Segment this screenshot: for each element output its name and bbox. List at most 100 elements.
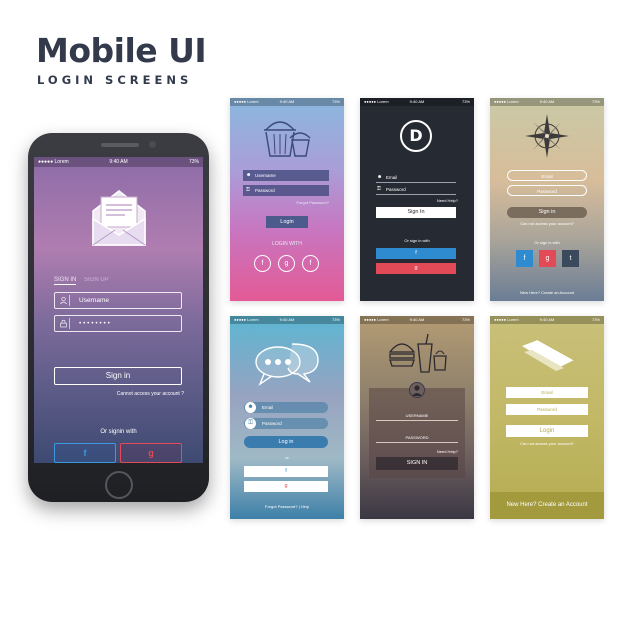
lock-icon: ⚿ [246, 187, 250, 193]
or-label: or [285, 455, 289, 460]
status-bar: ●●●●● Lorem 9:40 AM 73% [230, 98, 344, 106]
battery: 73% [331, 317, 340, 322]
screen-3: ●●●●● Lorem 9:40 AM 73% Email Password S… [490, 98, 604, 301]
sign-in-button[interactable]: SIGN IN [376, 457, 458, 470]
status-time: 9:40 AM [109, 159, 128, 165]
status-bar: ●●●●● Lorem 9:40 AM 73% [490, 316, 604, 324]
status-time: 9:40 AM [539, 99, 555, 104]
battery: 73% [331, 99, 340, 104]
chat-bubbles-icon [255, 343, 319, 386]
cant-access-link[interactable]: Can not access your account? [490, 221, 604, 226]
user-icon [412, 385, 422, 396]
screen-1: ●●●●● Lorem 9:40 AM 73% ☻ Username ⚿ Pas… [230, 98, 344, 301]
tumblr-button[interactable]: t [562, 250, 579, 267]
email-field[interactable]: Email [507, 170, 587, 181]
or-signin-label: Or sign in with [534, 240, 560, 245]
email-field[interactable]: Email [506, 387, 588, 398]
login-button[interactable]: Login [506, 425, 588, 437]
forgot-link[interactable]: Cannot access your account ? [117, 391, 184, 397]
username-label: USERNAME [405, 413, 429, 418]
home-button[interactable] [105, 471, 133, 499]
need-help-link[interactable]: Need Help? [437, 198, 458, 203]
sign-in-button[interactable]: Sign In [376, 207, 456, 218]
or-signin-label: Or sign in with [404, 238, 430, 243]
login-with-label: LOGIN WITH [272, 241, 302, 247]
password-field[interactable]: • • • • • • • • [54, 315, 182, 332]
logo-circle: D [400, 120, 432, 152]
password-field[interactable]: ⚿ Password [244, 418, 328, 429]
battery: 73% [591, 317, 600, 322]
lock-icon: ⚿ [377, 186, 381, 192]
status-bar: ●●●●● Lorem 9:40 AM 73% [360, 98, 474, 106]
google-button[interactable]: g [244, 481, 328, 492]
create-account-bar[interactable]: New Here? Create an Account [490, 492, 604, 519]
google-button[interactable]: g [376, 263, 456, 274]
facebook-button[interactable]: f [516, 250, 533, 267]
battery: 73% [461, 99, 470, 104]
username-field[interactable]: Username [54, 292, 182, 309]
status-time: 9:40 AM [409, 317, 425, 322]
status-time: 9:40 AM [539, 317, 555, 322]
status-time: 9:40 AM [279, 317, 295, 322]
status-bar: ●●●●● Lorem 9:40 AM 73% [490, 98, 604, 106]
email-field[interactable]: ☻ Email [376, 172, 456, 183]
email-placeholder: Email [386, 175, 398, 180]
create-account-link[interactable]: New Here? Create an Account [490, 290, 604, 295]
forgot-link[interactable]: Forgot Password? [297, 200, 329, 205]
main-phone-screen: ●●●●● Lorem 9:40 AM 73% SIGN IN SIGN UP … [34, 157, 203, 463]
phone-speaker [101, 143, 139, 147]
create-account-label: New Here? Create an Account [506, 502, 588, 508]
sign-in-button[interactable]: Sign in [507, 207, 587, 218]
username-line[interactable] [376, 420, 458, 421]
user-icon: ☻ [245, 402, 256, 413]
forgot-help-links[interactable]: Forgot Password? | Help [230, 504, 344, 509]
password-placeholder: Password [386, 187, 406, 192]
email-placeholder: Email [262, 405, 274, 410]
password-placeholder: Password [255, 188, 275, 193]
main-phone: ●●●●● Lorem 9:40 AM 73% SIGN IN SIGN UP … [28, 133, 209, 502]
screen-2: ●●●●● Lorem 9:40 AM 73% D ☻ Email ⚿ Pass… [360, 98, 474, 301]
username-placeholder: Username [255, 173, 276, 178]
status-time: 9:40 AM [409, 99, 425, 104]
page-subtitle: LOGIN SCREENS [37, 73, 193, 87]
username-placeholder: Username [79, 297, 109, 304]
facebook-button[interactable]: f [244, 466, 328, 477]
password-field[interactable]: Password [507, 185, 587, 196]
login-button[interactable]: Login [266, 216, 308, 228]
status-time: 9:40 AM [279, 99, 295, 104]
user-icon: ☻ [246, 172, 252, 178]
google-button[interactable]: g [278, 255, 295, 272]
tab-signin[interactable]: SIGN IN [54, 277, 77, 285]
password-field[interactable]: ⚿ Password [376, 184, 456, 195]
cant-access-link[interactable]: Can not access your account? [490, 441, 604, 446]
facebook-button[interactable]: f [254, 255, 271, 272]
cupcake-icon [264, 121, 311, 157]
google-button[interactable]: g [539, 250, 556, 267]
screen-4: ●●●●● Lorem 9:40 AM 73% ☻ Email ⚿ Passwo… [230, 316, 344, 519]
login-button[interactable]: Log in [244, 436, 328, 448]
password-field[interactable]: ⚿ Password [243, 185, 329, 196]
tab-signup[interactable]: SIGN UP [84, 277, 109, 283]
status-bar: ●●●●● Lorem 9:40 AM 73% [34, 157, 203, 167]
user-icon: ☻ [377, 174, 383, 180]
or-signin-label: Or signin with [100, 429, 137, 435]
battery: 73% [461, 317, 470, 322]
signin-button[interactable]: Sign in [54, 367, 182, 385]
status-bar: ●●●●● Lorem 9:40 AM 73% [230, 316, 344, 324]
password-line[interactable] [376, 442, 458, 443]
password-field[interactable]: Password [506, 404, 588, 415]
password-value: • • • • • • • • [79, 320, 110, 327]
envelope-icon [92, 190, 146, 246]
screen-6: ●●●●● Lorem 9:40 AM 73% Email Password L… [490, 316, 604, 519]
username-field[interactable]: ☻ Username [243, 170, 329, 181]
lock-icon: ⚿ [245, 418, 256, 429]
twitter-button[interactable]: f [302, 255, 319, 272]
google-button[interactable]: g [120, 443, 182, 463]
need-help-link[interactable]: Need Help? [437, 449, 458, 454]
battery: 73% [188, 159, 199, 165]
facebook-button[interactable]: f [376, 248, 456, 259]
auth-tabs: SIGN IN SIGN UP [54, 277, 115, 285]
email-field[interactable]: ☻ Email [244, 402, 328, 413]
facebook-button[interactable]: f [54, 443, 116, 463]
layers-icon [522, 339, 575, 371]
